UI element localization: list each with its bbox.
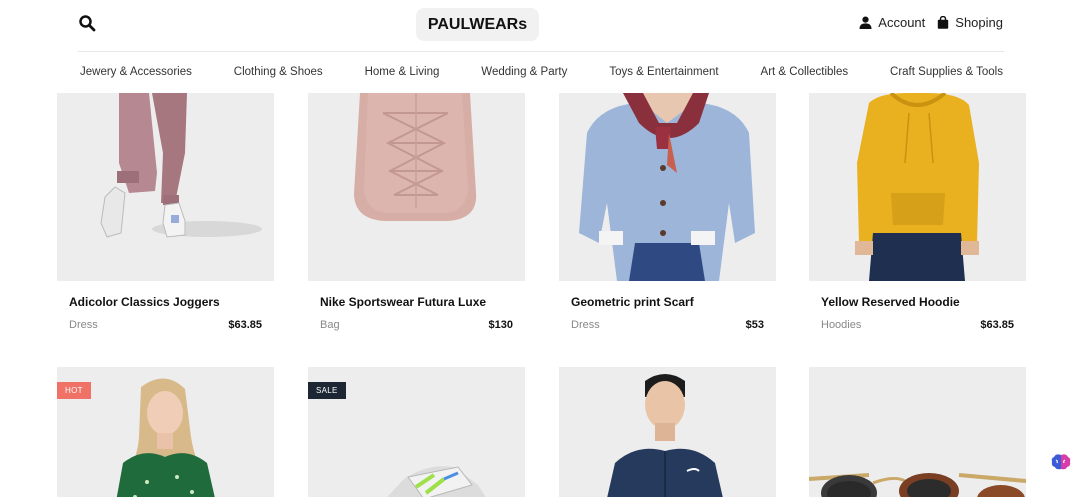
product-card[interactable]: [809, 367, 1026, 497]
brand-logo[interactable]: PAULWEARs: [416, 8, 539, 41]
header-divider: [78, 51, 1004, 52]
product-name[interactable]: Geometric print Scarf: [571, 295, 694, 309]
product-price: $63.85: [228, 319, 262, 331]
nav-item-jewelry[interactable]: Jewery & Accessories: [80, 66, 192, 78]
search-icon[interactable]: [78, 14, 98, 34]
hoodie-image: [809, 93, 1026, 281]
product-name[interactable]: Nike Sportswear Futura Luxe: [320, 295, 486, 309]
brain-icon[interactable]: [1050, 452, 1074, 474]
product-card[interactable]: [559, 367, 776, 497]
product-card[interactable]: Yellow Reserved Hoodie Hoodies $63.85: [809, 93, 1026, 367]
product-category: Dress: [69, 319, 98, 331]
product-image[interactable]: [809, 93, 1026, 281]
jacket-man-image: [559, 367, 776, 497]
product-image[interactable]: HOT: [57, 367, 274, 497]
product-name[interactable]: Yellow Reserved Hoodie: [821, 295, 960, 309]
joggers-image: [57, 93, 274, 281]
hot-badge: HOT: [57, 382, 91, 399]
product-image[interactable]: [308, 93, 525, 281]
product-category: Bag: [320, 319, 340, 331]
product-category: Hoodies: [821, 319, 862, 331]
product-info: Nike Sportswear Futura Luxe Bag $130: [308, 281, 525, 367]
product-info: Adicolor Classics Joggers Dress $63.85: [57, 281, 274, 367]
product-image[interactable]: SALE: [308, 367, 525, 497]
nav-item-toys[interactable]: Toys & Entertainment: [609, 66, 718, 78]
category-nav: Jewery & Accessories Clothing & Shoes Ho…: [80, 66, 1003, 78]
account-link[interactable]: Account: [859, 15, 925, 30]
product-image[interactable]: [559, 367, 776, 497]
nav-item-wedding[interactable]: Wedding & Party: [481, 66, 567, 78]
product-card[interactable]: SALE: [308, 367, 525, 497]
account-label: Account: [878, 15, 926, 30]
header-links: Account Shoping: [859, 15, 1003, 30]
shopping-label: Shoping: [955, 15, 1003, 30]
product-card[interactable]: HOT: [57, 367, 274, 497]
product-image[interactable]: [809, 367, 1026, 497]
site-header: PAULWEARs Account Shoping Jewery & Acces…: [0, 0, 1080, 93]
user-icon: [859, 16, 872, 29]
nav-item-home[interactable]: Home & Living: [365, 66, 440, 78]
product-image[interactable]: [57, 93, 274, 281]
product-info: Geometric print Scarf Dress $53: [559, 281, 776, 367]
product-info: Yellow Reserved Hoodie Hoodies $63.85: [809, 281, 1026, 367]
nav-item-clothing[interactable]: Clothing & Shoes: [234, 66, 323, 78]
backpack-image: [308, 93, 525, 281]
sunglasses-image: [809, 367, 1026, 497]
shopping-bag-icon: [938, 16, 949, 29]
product-card[interactable]: Geometric print Scarf Dress $53: [559, 93, 776, 367]
product-price: $130: [488, 319, 513, 331]
product-price: $53: [745, 319, 764, 331]
product-image[interactable]: [559, 93, 776, 281]
nav-item-craft[interactable]: Craft Supplies & Tools: [890, 66, 1003, 78]
product-category: Dress: [571, 319, 600, 331]
scarf-image: [559, 93, 776, 281]
product-card[interactable]: Nike Sportswear Futura Luxe Bag $130: [308, 93, 525, 367]
product-name[interactable]: Adicolor Classics Joggers: [69, 295, 220, 309]
product-card[interactable]: Adicolor Classics Joggers Dress $63.85: [57, 93, 274, 367]
sale-badge: SALE: [308, 382, 346, 399]
product-price: $63.85: [980, 319, 1014, 331]
shopping-link[interactable]: Shoping: [937, 15, 1003, 30]
nav-item-art[interactable]: Art & Collectibles: [761, 66, 849, 78]
